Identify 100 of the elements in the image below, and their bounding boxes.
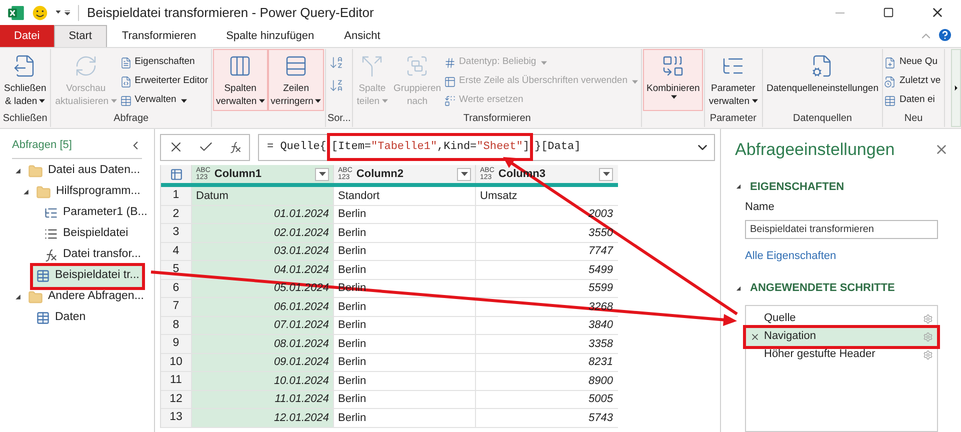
app-logo-icon [8, 6, 24, 20]
row-number: 4 [161, 242, 191, 260]
ribbon-icon [884, 76, 896, 88]
query-item[interactable]: Andere Abfragen... [25, 286, 147, 308]
caret-icon [602, 172, 610, 176]
filter-button[interactable] [457, 168, 471, 180]
table-cell: 5005 [475, 390, 617, 408]
ribbon-button[interactable]: Parameter verwalten [706, 49, 760, 109]
expand-triangle-icon[interactable] [14, 293, 22, 301]
query-item[interactable]: Datei transfor... [41, 244, 144, 266]
filter-button[interactable] [315, 168, 329, 180]
ribbon-button[interactable]: Spalten verwalten [212, 49, 268, 111]
table-cell: Berlin [333, 354, 475, 371]
caret-icon [258, 99, 265, 104]
query-item[interactable]: Parameter1 (B... [41, 202, 150, 224]
section-toggle-icon[interactable] [735, 284, 742, 292]
group-label: Datenquellen [792, 112, 853, 126]
all-properties-link[interactable]: Alle Eigenschaften [745, 248, 949, 264]
table-cell: Berlin [333, 206, 475, 223]
section-heading: ANGEWENDETE SCHRITTE [750, 281, 895, 296]
parameter-icon [44, 206, 58, 220]
help-icon[interactable] [937, 27, 953, 43]
query-item[interactable]: Datei aus Daten... [25, 160, 144, 182]
folder-icon [28, 290, 43, 304]
row-number: 9 [161, 335, 191, 352]
table-cell: 07.01.2024 [191, 316, 333, 334]
formula-text: = Quelle{ [267, 140, 326, 155]
name-field[interactable]: Beispieldatei transformieren [745, 220, 938, 238]
ribbon-icon [405, 54, 430, 78]
function-icon[interactable] [228, 140, 242, 154]
table-cell: 12.01.2024 [191, 409, 333, 426]
group-label: Parameter [708, 112, 758, 126]
query-item[interactable]: Beispieldatei [41, 224, 132, 244]
maximize-icon[interactable] [883, 7, 894, 18]
ribbon-button[interactable]: Daten ei [884, 91, 941, 110]
ribbon-icon [228, 54, 252, 78]
table-cell: Berlin [333, 298, 475, 316]
table-cell: Berlin [333, 242, 475, 260]
table-cell: Berlin [333, 390, 475, 408]
table-cell: 03.01.2024 [191, 242, 333, 260]
row-number: 8 [161, 316, 191, 334]
quick-access-icon[interactable] [56, 8, 70, 17]
caret-icon [110, 99, 117, 104]
table-icon [36, 269, 50, 283]
ribbon-button[interactable]: Datenquelleneinstellungen [764, 49, 882, 96]
expand-triangle-icon[interactable] [14, 167, 22, 175]
ribbon-button[interactable]: Zuletzt ve [884, 72, 941, 91]
ribbon-icon [120, 94, 132, 106]
table-cell: Berlin [333, 335, 475, 352]
row-number: 12 [161, 390, 191, 408]
filter-button[interactable] [599, 168, 613, 180]
ribbon-icon [360, 54, 384, 78]
query-item[interactable]: Hilfsprogramm... [33, 182, 144, 202]
table-cell: 11.01.2024 [191, 390, 333, 408]
table-cell: 7747 [475, 242, 617, 260]
caret-icon [315, 99, 322, 104]
ribbon-button[interactable]: Schließen & laden [1, 49, 50, 109]
table-cell: Berlin [333, 224, 475, 242]
row-number: 1 [161, 187, 191, 204]
table-cell: Berlin [333, 261, 475, 278]
applied-step[interactable]: Navigation [746, 328, 937, 346]
ribbon-button[interactable]: Zeilen verringern [268, 49, 324, 111]
ribbon-tab[interactable]: Start [54, 25, 107, 47]
delete-step-icon[interactable] [750, 332, 760, 342]
ribbon-button[interactable]: Eigenschaften [120, 53, 208, 72]
query-item[interactable]: Beispieldatei tr... [33, 266, 142, 286]
table-cell: Berlin [333, 372, 475, 390]
group-label: Sor... [327, 112, 351, 126]
ribbon-button[interactable]: Kombinieren [643, 49, 703, 111]
caret-icon [382, 99, 388, 104]
group-label: Neu [903, 112, 924, 126]
file-tab[interactable]: Datei [0, 25, 54, 47]
ribbon-button[interactable]: Verwalten [120, 91, 208, 110]
ribbon-icon [284, 54, 308, 78]
section-toggle-icon[interactable] [735, 183, 742, 190]
caret-icon [541, 60, 548, 64]
smiley-icon[interactable] [32, 4, 48, 20]
table-cell: 02.01.2024 [191, 224, 333, 242]
caret-icon [460, 172, 468, 176]
row-number: 6 [161, 280, 191, 297]
query-item[interactable]: Daten [33, 308, 89, 328]
formula-field[interactable]: = Quelle{ [Item="Tabelle1",Kind="Sheet"] }[Data] [258, 134, 715, 160]
row-number: 11 [161, 372, 191, 390]
applied-step[interactable]: Höher gestufte Header [746, 346, 937, 364]
ribbon-button[interactable]: Erweiterter Editor [120, 72, 208, 91]
table-cell: Berlin [333, 409, 475, 426]
ribbon-icon [661, 54, 686, 78]
ribbon-button[interactable]: Neue Qu [884, 53, 941, 72]
highlighted-expression: [Item="Tabelle1",Kind="Sheet"] [330, 136, 530, 158]
name-label: Name [745, 200, 776, 215]
group-label: Abfrage [112, 112, 150, 126]
applied-step[interactable]: Quelle [746, 310, 937, 328]
table-cell: Standort [333, 187, 475, 204]
expand-triangle-icon[interactable] [22, 188, 30, 196]
ribbon-icon [444, 94, 456, 106]
row-number: 3 [161, 224, 191, 242]
close-icon[interactable] [930, 5, 945, 20]
table-cell: 08.01.2024 [191, 335, 333, 352]
window-title: Beispieldatei transformieren - Power Query-Editor [87, 4, 374, 22]
ribbon-icon [120, 56, 132, 68]
